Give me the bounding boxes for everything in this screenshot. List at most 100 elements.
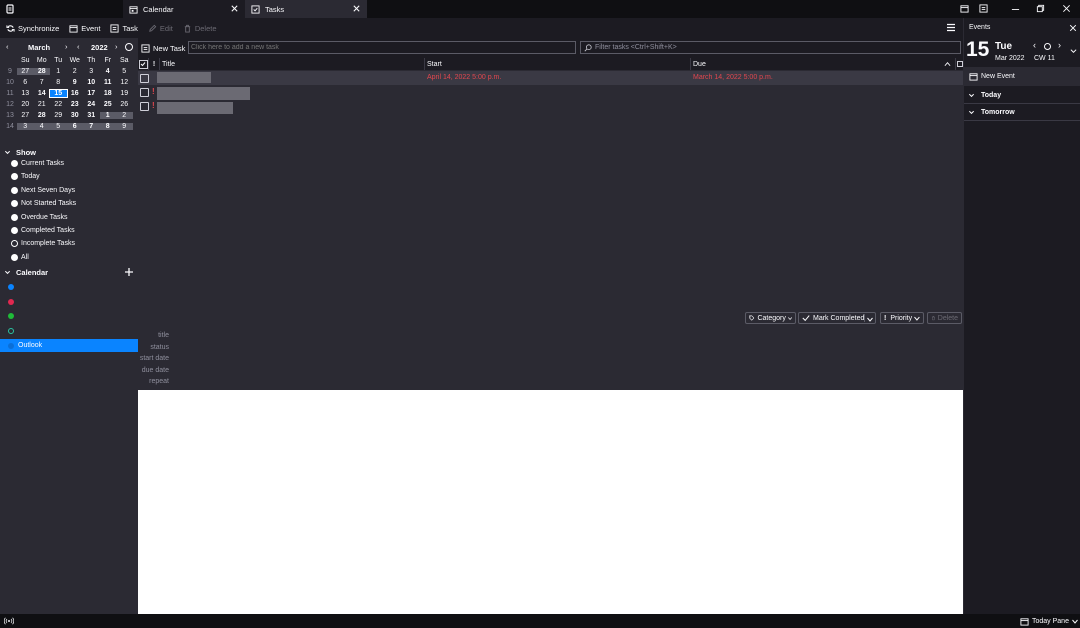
day-cell[interactable]: 1: [50, 68, 67, 75]
calendar-color-dot[interactable]: [8, 299, 14, 305]
new-task-button[interactable]: New Task: [141, 42, 185, 54]
day-cell[interactable]: 7: [83, 123, 100, 130]
day-cell[interactable]: 3: [17, 123, 34, 130]
day-cell[interactable]: 27: [17, 112, 34, 119]
column-picker[interactable]: [956, 58, 963, 70]
tab-calendar[interactable]: Calendar: [123, 0, 245, 18]
day-cell[interactable]: 3: [83, 68, 100, 75]
task-checkbox[interactable]: [140, 102, 149, 111]
calendar-color-dot[interactable]: [8, 284, 14, 290]
day-cell[interactable]: 19: [116, 90, 133, 97]
day-cell[interactable]: 1: [99, 112, 116, 119]
day-cell[interactable]: 17: [83, 90, 100, 97]
minimize-icon[interactable]: [1011, 5, 1020, 14]
minimonth-month[interactable]: March: [28, 43, 50, 52]
day-cell[interactable]: 10: [83, 79, 100, 86]
filter-incomplete[interactable]: Incomplete Tasks: [11, 240, 75, 247]
show-section-header[interactable]: Show: [4, 148, 36, 157]
day-cell-today[interactable]: 15: [49, 89, 68, 98]
add-calendar-icon[interactable]: [124, 267, 134, 277]
close-icon[interactable]: [352, 4, 361, 13]
filter-tasks-field[interactable]: Filter tasks <Ctrl+Shift+K>: [580, 41, 961, 54]
day-cell[interactable]: 27: [17, 68, 34, 75]
agenda-today-header[interactable]: Today: [964, 88, 1080, 104]
filter-current-tasks[interactable]: Current Tasks: [11, 160, 64, 167]
day-cell[interactable]: 28: [34, 112, 51, 119]
filter-today[interactable]: Today: [11, 173, 40, 180]
day-cell[interactable]: 16: [67, 90, 84, 97]
day-cell[interactable]: 5: [116, 68, 133, 75]
day-cell[interactable]: 5: [50, 123, 67, 130]
tab-tasks[interactable]: Tasks: [245, 0, 367, 18]
calendar-color-dot[interactable]: [8, 328, 14, 334]
day-cell[interactable]: 26: [116, 101, 133, 108]
day-cell[interactable]: 21: [34, 101, 51, 108]
task-description-area[interactable]: [138, 390, 963, 614]
chevron-down-icon[interactable]: [867, 317, 873, 322]
filter-next-seven-days[interactable]: Next Seven Days: [11, 187, 75, 194]
prev-month-icon[interactable]: ‹: [6, 42, 9, 51]
day-cell[interactable]: 2: [67, 68, 84, 75]
table-row[interactable]: April 14, 2022 5:00 p.m. March 14, 2022 …: [138, 71, 963, 85]
restore-icon[interactable]: [1036, 4, 1045, 13]
task-checkbox[interactable]: [140, 88, 149, 97]
next-year-icon[interactable]: ›: [115, 42, 118, 51]
close-icon[interactable]: [1069, 24, 1077, 32]
edit-button[interactable]: Edit: [148, 24, 173, 33]
priority-button[interactable]: ! Priority: [880, 312, 924, 324]
priority-column-header[interactable]: !: [149, 58, 160, 70]
start-column-header[interactable]: Start: [425, 58, 691, 70]
details-delete-button[interactable]: Delete: [927, 312, 962, 324]
chevron-down-icon[interactable]: [1070, 48, 1077, 54]
next-month-icon[interactable]: ›: [65, 42, 68, 51]
day-cell[interactable]: 6: [17, 79, 34, 86]
filter-completed[interactable]: Completed Tasks: [11, 227, 75, 234]
select-all-checkbox[interactable]: [138, 59, 148, 69]
next-day-icon[interactable]: ›: [1058, 40, 1061, 50]
day-cell[interactable]: 13: [17, 90, 34, 97]
day-cell[interactable]: 18: [100, 90, 117, 97]
today-circle-icon[interactable]: [125, 43, 133, 51]
task-checkbox[interactable]: [140, 74, 149, 83]
synchronize-button[interactable]: Synchronize: [6, 24, 59, 33]
day-cell[interactable]: 4: [33, 123, 50, 130]
day-cell[interactable]: 28: [33, 68, 50, 75]
day-cell[interactable]: 4: [100, 68, 117, 75]
table-row[interactable]: !: [138, 85, 963, 100]
today-pane-toggle[interactable]: Today Pane: [1020, 616, 1078, 626]
day-cell[interactable]: 29: [50, 112, 67, 119]
calendar-section-header[interactable]: Calendar: [4, 268, 48, 277]
new-task-toolbar-button[interactable]: Task: [110, 24, 138, 33]
day-cell[interactable]: 23: [67, 101, 84, 108]
day-cell[interactable]: 22: [50, 101, 67, 108]
close-icon[interactable]: [230, 4, 239, 13]
day-cell[interactable]: 7: [34, 79, 51, 86]
day-cell[interactable]: 20: [17, 101, 34, 108]
new-task-input[interactable]: [188, 41, 576, 54]
tasks-view-icon[interactable]: [979, 4, 988, 13]
day-cell[interactable]: 12: [116, 79, 133, 86]
day-cell[interactable]: 2: [116, 112, 133, 119]
minimonth-year[interactable]: 2022: [91, 43, 108, 52]
today-circle-icon[interactable]: [1044, 43, 1051, 50]
new-event-button[interactable]: Event: [69, 24, 100, 33]
due-column-header[interactable]: Due: [691, 58, 956, 70]
select-all-column[interactable]: [138, 58, 149, 70]
day-cell[interactable]: 6: [66, 123, 83, 130]
delete-button[interactable]: Delete: [183, 24, 217, 33]
table-row[interactable]: !: [138, 101, 963, 115]
prev-year-icon[interactable]: ‹: [77, 42, 80, 51]
filter-all[interactable]: All: [11, 254, 29, 261]
hamburger-menu-icon[interactable]: [946, 23, 956, 32]
day-cell[interactable]: 9: [67, 79, 84, 86]
day-cell[interactable]: 8: [99, 123, 116, 130]
window-close-icon[interactable]: [1062, 4, 1071, 13]
new-event-button[interactable]: New Event: [964, 67, 1080, 86]
day-cell[interactable]: 31: [83, 112, 100, 119]
filter-not-started[interactable]: Not Started Tasks: [11, 200, 76, 207]
app-menu-icon[interactable]: [6, 4, 14, 14]
day-cell[interactable]: 8: [50, 79, 67, 86]
calendar-view-icon[interactable]: [960, 4, 969, 13]
day-cell[interactable]: 25: [100, 101, 117, 108]
day-cell[interactable]: 9: [116, 123, 133, 130]
